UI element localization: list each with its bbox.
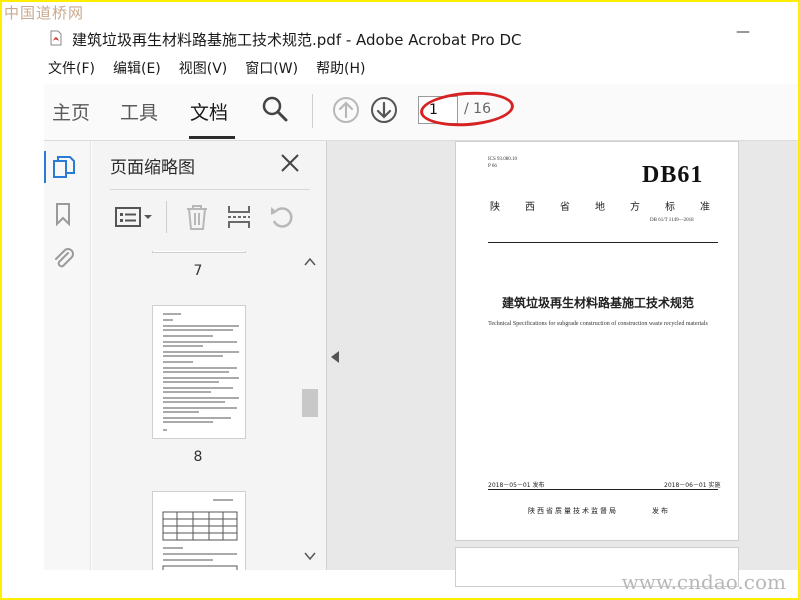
- thumbnail-page-9-content: [162, 499, 238, 570]
- thumbnail-scrollbar[interactable]: [302, 251, 318, 570]
- watermark-bottom: www.cndao.com: [621, 570, 786, 594]
- menu-help[interactable]: 帮助(H): [316, 58, 365, 80]
- main-toolbar: 主页 工具 文档 1 / 16: [44, 84, 800, 141]
- panel-divider: [110, 189, 310, 190]
- bookmark-icon[interactable]: [50, 201, 76, 227]
- tab-active-indicator: [189, 136, 235, 139]
- document-title-cn: 建筑垃圾再生材料路基施工技术规范: [501, 296, 694, 310]
- heading-char: 标: [665, 202, 675, 213]
- ics-code: ICS 93.080.10 P 66: [488, 156, 517, 170]
- thumbnails-panel: 页面缩略图 7 8: [92, 141, 326, 570]
- title-bar: 建筑垃圾再生材料路基施工技术规范.pdf - Adobe Acrobat Pro…: [44, 24, 800, 54]
- thumbnail-page-7[interactable]: [152, 251, 246, 253]
- pdf-page-1: ICS 93.080.10 P 66 DB61 陕 西 省 地 方 标 准 DB…: [455, 141, 739, 541]
- heading-char: 准: [700, 202, 710, 213]
- heading-char: 方: [630, 202, 640, 213]
- scrollbar-thumb[interactable]: [302, 389, 318, 417]
- heading-char: 西: [525, 202, 535, 213]
- standard-code: DB61: [642, 162, 704, 188]
- tab-tools[interactable]: 工具: [120, 98, 158, 125]
- document-title-en: Technical Specifications for subgrade co…: [488, 321, 708, 327]
- attachment-icon[interactable]: [50, 245, 76, 271]
- panel-title: 页面缩略图: [110, 158, 195, 178]
- window-title: 建筑垃圾再生材料路基施工技术规范.pdf - Adobe Acrobat Pro…: [72, 31, 522, 49]
- heading-char: 省: [560, 202, 570, 213]
- thumbnail-page-8-content: [163, 313, 239, 431]
- heading-char: 陕: [490, 202, 500, 213]
- search-icon[interactable]: [260, 94, 290, 124]
- thumbnail-label-8: 8: [193, 449, 203, 465]
- document-view[interactable]: ICS 93.080.10 P 66 DB61 陕 西 省 地 方 标 准 DB…: [326, 141, 800, 587]
- arrow-up-circle-icon[interactable]: [332, 96, 360, 124]
- red-highlight-ellipse: [418, 88, 516, 130]
- arrow-down-circle-icon[interactable]: [370, 96, 398, 124]
- scroll-up-icon[interactable]: [304, 257, 316, 267]
- watermark-top: 中国道桥网: [4, 4, 85, 22]
- rail-active-indicator: [44, 151, 46, 183]
- menu-view[interactable]: 视图(V): [179, 58, 228, 80]
- thumbnail-list[interactable]: 7 8: [92, 251, 326, 570]
- rotate-icon[interactable]: [268, 203, 296, 231]
- panel-toolbar: [110, 199, 310, 235]
- menu-window[interactable]: 窗口(W): [245, 58, 298, 80]
- tab-home[interactable]: 主页: [52, 98, 90, 125]
- panel-toolbar-separator: [166, 201, 167, 233]
- publish-label: 发布: [652, 507, 670, 515]
- standard-number: DB 61/T 1149—2018: [650, 218, 694, 223]
- page-thumbnails-icon[interactable]: [50, 155, 76, 181]
- heading-char: 地: [595, 202, 605, 213]
- header-rule: [488, 242, 718, 243]
- ics-number: ICS 93.080.10: [488, 157, 518, 162]
- footer-rule: [488, 489, 718, 490]
- thumbnail-label-7: 7: [193, 263, 203, 279]
- issuer: 陕西省质量技术监督局: [528, 507, 618, 515]
- thumbnail-page-9[interactable]: [152, 491, 246, 570]
- classification-code: P 66: [488, 164, 497, 169]
- pdf-file-icon: [50, 30, 62, 46]
- delete-page-icon[interactable]: [184, 203, 210, 231]
- issue-date: 2018－05－01 发布: [488, 482, 545, 489]
- thumbnail-page-8[interactable]: [152, 305, 246, 439]
- thumbnail-options-icon[interactable]: [114, 205, 154, 229]
- navigation-rail: [44, 141, 91, 570]
- minimize-button[interactable]: —: [736, 24, 750, 40]
- menu-edit[interactable]: 编辑(E): [113, 58, 161, 80]
- collapse-panel-icon[interactable]: [331, 351, 339, 363]
- toolbar-separator: [312, 94, 313, 128]
- tab-document[interactable]: 文档: [190, 98, 228, 125]
- effective-date: 2018－06－01 实施: [664, 482, 721, 489]
- insert-page-icon[interactable]: [226, 203, 252, 231]
- menu-bar: 文件(F) 编辑(E) 视图(V) 窗口(W) 帮助(H): [44, 58, 384, 80]
- scroll-down-icon[interactable]: [304, 551, 316, 561]
- province-standard-heading: 陕 西 省 地 方 标 准: [490, 198, 710, 213]
- menu-file[interactable]: 文件(F): [48, 58, 95, 80]
- close-icon[interactable]: [278, 151, 302, 175]
